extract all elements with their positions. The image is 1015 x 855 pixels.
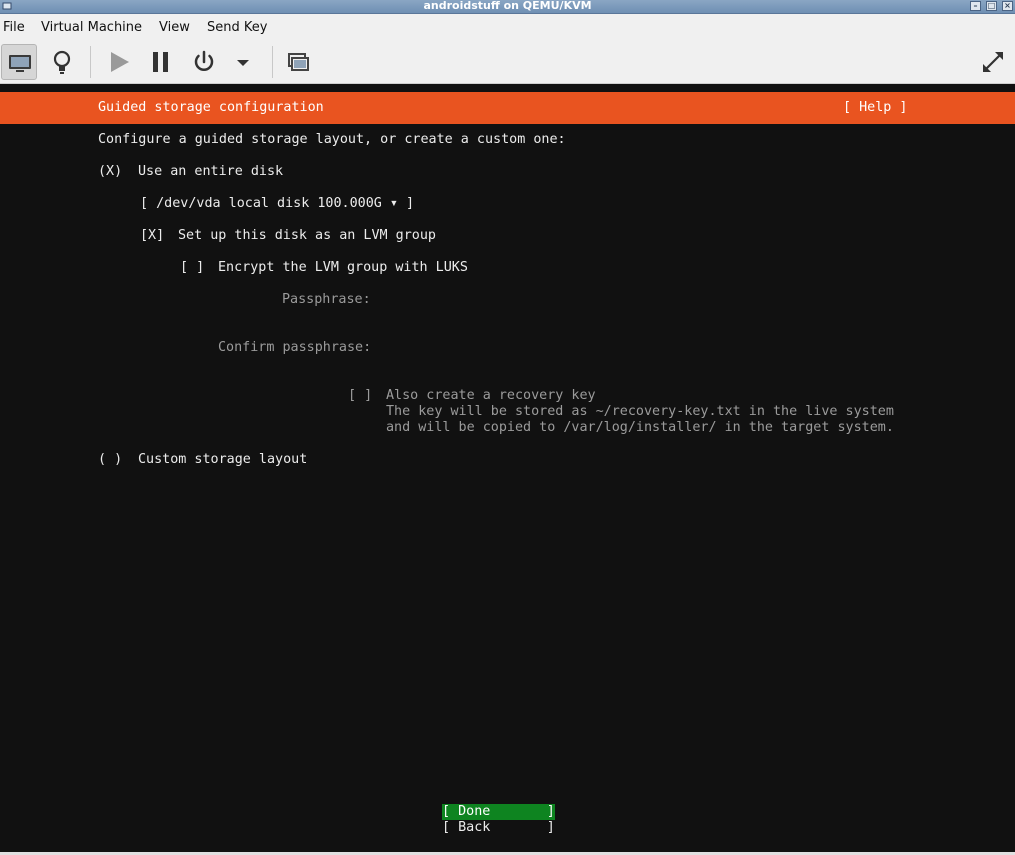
fullscreen-icon — [983, 52, 1003, 72]
confirm-passphrase-label: Confirm passphrase: — [218, 340, 372, 355]
passphrase-label: Passphrase: — [282, 292, 371, 307]
luks-label[interactable]: Encrypt the LVM group with LUKS — [218, 260, 468, 276]
menu-bar: File Virtual Machine View Send Key — [0, 14, 1015, 41]
menu-virtual-machine[interactable]: Virtual Machine — [41, 14, 142, 41]
toolbar-separator — [90, 46, 91, 78]
run-button[interactable] — [101, 44, 137, 80]
monitor-icon — [9, 55, 31, 72]
installer-header: Guided storage configuration [ Help ] — [0, 92, 1015, 124]
entire-disk-radio[interactable]: (X) — [98, 164, 122, 180]
luks-checkbox[interactable]: [ ] — [180, 260, 204, 276]
menu-send-key[interactable]: Send Key — [207, 14, 267, 41]
lvm-checkbox[interactable]: [X] — [140, 228, 164, 244]
menu-file[interactable]: File — [3, 14, 25, 41]
close-icon[interactable]: × — [1002, 1, 1013, 11]
details-button[interactable] — [44, 44, 80, 80]
page-title: Guided storage configuration — [98, 100, 324, 115]
console-view-button[interactable] — [1, 44, 37, 80]
maximize-icon[interactable]: □ — [986, 1, 997, 11]
window-title-bar: androidstuff on QEMU/KVM – □ × — [0, 0, 1015, 14]
recovery-key-label: Also create a recovery key — [386, 388, 596, 403]
recovery-key-checkbox[interactable]: [ ] — [348, 388, 372, 404]
done-button[interactable]: [ Done ] — [442, 804, 555, 820]
disk-select[interactable]: [ /dev/vda local disk 100.000G ▾ ] — [140, 196, 414, 212]
custom-layout-radio[interactable]: ( ) — [98, 452, 122, 468]
vm-console[interactable]: Guided storage configuration [ Help ] Co… — [0, 84, 1015, 852]
toolbar-separator — [272, 46, 273, 78]
lvm-label[interactable]: Set up this disk as an LVM group — [178, 228, 436, 244]
power-icon — [194, 50, 214, 71]
menu-view[interactable]: View — [159, 14, 190, 41]
screenshot-icon — [288, 53, 309, 71]
back-button[interactable]: [ Back ] — [442, 820, 555, 836]
pause-button[interactable] — [143, 44, 179, 80]
window-title: androidstuff on QEMU/KVM — [423, 0, 592, 12]
custom-layout-label[interactable]: Custom storage layout — [138, 452, 307, 468]
shutdown-button[interactable] — [186, 44, 222, 80]
recovery-key-description: and will be copied to /var/log/installer… — [386, 420, 894, 435]
shutdown-menu-button[interactable] — [225, 44, 261, 80]
pause-icon — [153, 52, 168, 72]
screenshot-button[interactable] — [280, 44, 316, 80]
chevron-down-icon — [237, 60, 249, 66]
lightbulb-icon — [53, 50, 71, 74]
fullscreen-button[interactable] — [975, 44, 1011, 80]
recovery-key-description: The key will be stored as ~/recovery-key… — [386, 404, 894, 419]
intro-text: Configure a guided storage layout, or cr… — [98, 132, 566, 147]
entire-disk-label[interactable]: Use an entire disk — [138, 164, 283, 180]
play-icon — [111, 52, 129, 72]
help-button[interactable]: [ Help ] — [843, 100, 908, 116]
minimize-icon[interactable]: – — [970, 1, 981, 11]
toolbar — [0, 41, 1015, 84]
